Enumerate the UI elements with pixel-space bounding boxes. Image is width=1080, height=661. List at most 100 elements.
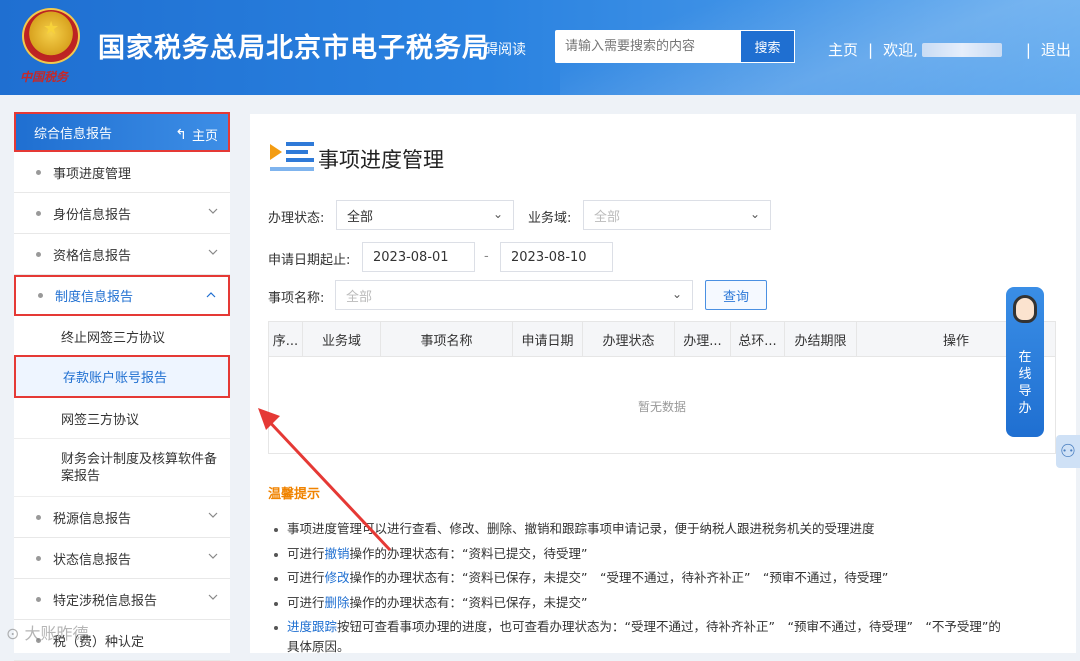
sidebar-item-label: 资格信息报告 [53, 248, 132, 264]
bullet-icon [274, 625, 278, 630]
nav-welcome-text: 欢迎, [883, 41, 918, 59]
chevron-down-icon: ⌄ [749, 207, 760, 221]
sidebar-subitem-label: 财务会计制度及核算软件备案报告 [61, 451, 218, 484]
emblem-star-icon: ★ [43, 18, 60, 39]
chevron-down-icon [208, 512, 218, 518]
sidebar-subitem-tripartite-agreement[interactable]: 网签三方协议 [14, 398, 230, 439]
bullet-icon [38, 293, 43, 298]
sidebar-item-status[interactable]: 状态信息报告 [14, 538, 230, 579]
bullet-icon [36, 251, 41, 257]
sidebar-subitem-accounting-filing[interactable]: 财务会计制度及核算软件备案报告 [14, 439, 230, 497]
table-header-row: 序... 业务域 事项名称 申请日期 办理状态 办理... 总环... 办结期限… [269, 322, 1055, 357]
chevron-down-icon [208, 249, 218, 255]
tip-text: 操作的办理状态有：“资料已保存，未提交” “受理不通过，待补齐补正” “预审不通… [349, 570, 889, 585]
emblem-caption: 中国税务 [20, 70, 69, 84]
chevron-down-icon [208, 553, 218, 559]
sidebar-item-label: 制度信息报告 [55, 290, 134, 305]
column-header-domain[interactable]: 业务域 [303, 322, 381, 357]
column-header-index[interactable]: 序... [269, 322, 303, 357]
bullet-icon [36, 210, 41, 216]
tip-continuation: 具体原因。 [287, 639, 350, 654]
sidebar-item-label: 状态信息报告 [53, 552, 132, 568]
chevron-down-icon [208, 594, 218, 600]
tip-link-delete[interactable]: 删除 [325, 595, 350, 610]
sidebar-item-tax-source[interactable]: 税源信息报告 [14, 497, 230, 538]
site-header: ★ 中国税务 国家税务总局北京市电子税务局 碍阅读 搜索 主页 | 欢迎, | … [0, 0, 1080, 95]
sidebar-subitem-terminate-agreement[interactable]: 终止网签三方协议 [14, 316, 230, 357]
sidebar-item-label: 事项进度管理 [53, 166, 132, 182]
nav-separator: | [1025, 40, 1031, 59]
home-back-icon: ↰ [175, 126, 187, 143]
chevron-down-icon: ⌄ [492, 207, 503, 221]
sidebar-subitem-deposit-account[interactable]: 存款账户账号报告 [14, 355, 230, 398]
sidebar-subitem-label: 终止网签三方协议 [61, 330, 166, 346]
sidebar-subitem-label: 网签三方协议 [61, 412, 140, 428]
tip-text: 可进行 [287, 570, 325, 585]
column-header-total-steps[interactable]: 总环... [731, 322, 785, 357]
sidebar-home-button[interactable]: ↰ 主页 [175, 125, 218, 145]
query-button[interactable]: 查询 [705, 280, 767, 310]
chevron-up-icon [206, 292, 216, 298]
status-label: 办理状态: [268, 211, 325, 226]
bullet-icon [274, 576, 278, 581]
domain-label: 业务域: [528, 211, 572, 226]
online-guide-text: 在线导办 [1018, 350, 1032, 416]
tip-item: 进度跟踪按钮可查看事项办理的进度，也可查看办理状态为：“受理不通过，待补齐补正”… [274, 616, 1001, 635]
date-separator: - [484, 249, 489, 264]
status-select-value: 全部 [347, 209, 374, 225]
column-header-handling[interactable]: 办理... [675, 322, 731, 357]
sidebar-item-label: 特定涉税信息报告 [53, 593, 158, 609]
bullet-icon [36, 169, 41, 175]
bullet-icon [36, 596, 41, 602]
sidebar: 综合信息报告 ↰ 主页 事项进度管理 身份信息报告 资格信息报告 制度信息报告 … [14, 112, 230, 661]
tip-link-modify[interactable]: 修改 [325, 570, 350, 585]
online-guide-widget[interactable]: 在线导办 [1006, 287, 1044, 437]
nav-separator: | [868, 40, 874, 59]
domain-select-placeholder: 全部 [594, 209, 621, 225]
tip-item: 可进行删除操作的办理状态有：“资料已保存，未提交” [274, 592, 587, 611]
watermark: ⊙ 大账昨德 [6, 624, 89, 643]
tip-link-track[interactable]: 进度跟踪 [287, 619, 337, 634]
online-guide-label: 在线导办 [1006, 349, 1044, 417]
sidebar-item-label: 税源信息报告 [53, 511, 132, 527]
date-range-label: 申请日期起止: [268, 253, 351, 268]
status-select[interactable]: 全部 ⌄ [336, 200, 514, 230]
sidebar-item-progress[interactable]: 事项进度管理 [14, 152, 230, 193]
bullet-icon [274, 601, 278, 606]
nav-home-link[interactable]: 主页 [828, 39, 858, 60]
bullet-icon [36, 555, 41, 561]
header-nav: 主页 | 欢迎, | 退出 [828, 39, 1071, 60]
site-title[interactable]: 国家税务总局北京市电子税务局 [98, 26, 490, 65]
nav-logout-link[interactable]: 退出 [1041, 39, 1071, 60]
accessibility-reading-link[interactable]: 碍阅读 [484, 39, 526, 59]
sidebar-item-specific-tax[interactable]: 特定涉税信息报告 [14, 579, 230, 620]
search-button[interactable]: 搜索 [740, 30, 795, 63]
sidebar-header-label: 综合信息报告 [34, 126, 113, 142]
tip-item: 可进行修改操作的办理状态有：“资料已保存，未提交” “受理不通过，待补齐补正” … [274, 567, 888, 586]
domain-select[interactable]: 全部 ⌄ [583, 200, 771, 230]
customer-service-icon [1013, 295, 1037, 323]
tip-text: 按钮可查看事项办理的进度，也可查看办理状态为：“受理不通过，待补齐补正” “预审… [337, 619, 1001, 634]
tip-text: 操作的办理状态有：“资料已保存，未提交” [349, 595, 588, 610]
sidebar-item-identity[interactable]: 身份信息报告 [14, 193, 230, 234]
bullet-icon [36, 514, 41, 520]
sidebar-item-qualification[interactable]: 资格信息报告 [14, 234, 230, 275]
sidebar-item-system-info[interactable]: 制度信息报告 [14, 275, 230, 316]
user-icon[interactable]: ⚇ [1056, 435, 1080, 468]
sidebar-header-comprehensive-report[interactable]: 综合信息报告 ↰ 主页 [14, 112, 230, 152]
list-icon [270, 142, 314, 171]
search-input[interactable] [555, 30, 740, 63]
date-end-input[interactable]: 2023-08-10 [500, 242, 613, 272]
column-header-item-name[interactable]: 事项名称 [381, 322, 513, 357]
tip-text: 可进行 [287, 595, 325, 610]
column-header-apply-date[interactable]: 申请日期 [513, 322, 583, 357]
item-name-placeholder: 全部 [346, 289, 373, 305]
sidebar-home-label: 主页 [191, 129, 218, 144]
date-start-input[interactable]: 2023-08-01 [362, 242, 475, 272]
sidebar-subitem-label: 存款账户账号报告 [63, 371, 168, 386]
column-header-deadline[interactable]: 办结期限 [785, 322, 857, 357]
column-header-status[interactable]: 办理状态 [583, 322, 675, 357]
item-name-label: 事项名称: [268, 291, 325, 306]
annotation-arrow [258, 408, 392, 552]
item-name-select[interactable]: 全部 ⌄ [335, 280, 693, 310]
